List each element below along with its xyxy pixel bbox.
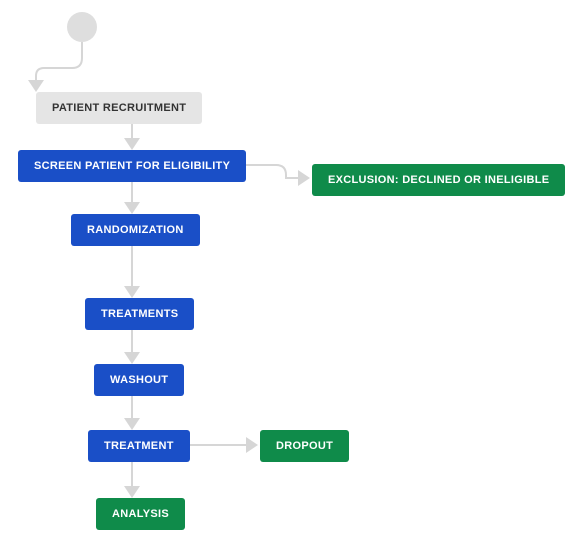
node-label: WASHOUT	[110, 374, 168, 386]
node-treatment[interactable]: TREATMENT	[88, 430, 190, 462]
node-label: ANALYSIS	[112, 508, 169, 520]
node-label: SCREEN PATIENT FOR ELIGIBILITY	[34, 160, 230, 172]
node-exclusion[interactable]: EXCLUSION: DECLINED OR INELIGIBLE	[312, 164, 565, 196]
node-screen-eligibility[interactable]: SCREEN PATIENT FOR ELIGIBILITY	[18, 150, 246, 182]
node-washout[interactable]: WASHOUT	[94, 364, 184, 396]
node-randomization[interactable]: RANDOMIZATION	[71, 214, 200, 246]
node-label: TREATMENT	[104, 440, 174, 452]
node-label: PATIENT RECRUITMENT	[52, 102, 186, 114]
node-label: RANDOMIZATION	[87, 224, 184, 236]
node-analysis[interactable]: ANALYSIS	[96, 498, 185, 530]
connector-layer	[0, 0, 568, 553]
start-node	[67, 12, 97, 42]
node-treatments[interactable]: TREATMENTS	[85, 298, 194, 330]
node-dropout[interactable]: DROPOUT	[260, 430, 349, 462]
node-patient-recruitment[interactable]: PATIENT RECRUITMENT	[36, 92, 202, 124]
node-label: DROPOUT	[276, 440, 333, 452]
node-label: TREATMENTS	[101, 308, 178, 320]
node-label: EXCLUSION: DECLINED OR INELIGIBLE	[328, 174, 549, 186]
